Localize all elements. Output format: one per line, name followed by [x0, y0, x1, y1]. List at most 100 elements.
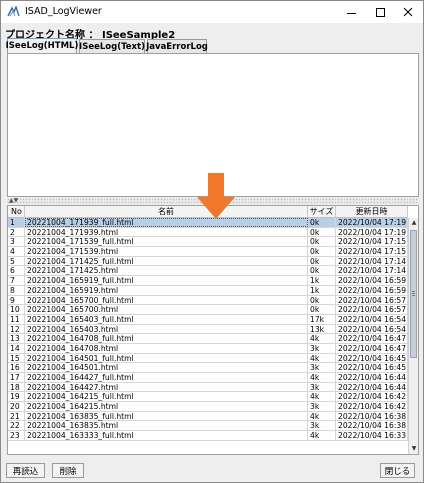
cell-no: 22: [8, 421, 25, 431]
cell-name: 20221004_165919.html: [25, 285, 308, 295]
table-row[interactable]: 8 20221004_165919.html 1k 2022/10/04 16:59:…: [8, 285, 408, 296]
tab-isee-log-text[interactable]: ISeeLog(Text): [79, 39, 145, 53]
close-button[interactable]: 閉じる: [380, 463, 415, 478]
cell-size: 0k: [308, 247, 336, 257]
cell-no: 20: [8, 402, 25, 412]
column-header-name[interactable]: 名前: [25, 206, 308, 218]
cell-name: 20221004_171425.html: [25, 266, 308, 276]
cell-name: 20221004_163835.html: [25, 421, 308, 431]
cell-size: 0k: [308, 237, 336, 247]
table-row[interactable]: 9 20221004_165700_full.html 0k 2022/10/04 1…: [8, 295, 408, 306]
cell-name: 20221004_164708_full.html: [25, 334, 308, 344]
cell-date: 2022/10/04 16:45:08: [338, 353, 408, 363]
table-row[interactable]: 12 20221004_165403.html 13k 2022/10/04 16:5…: [8, 324, 408, 335]
scroll-up-icon[interactable]: ▲: [409, 218, 418, 228]
table-row[interactable]: 18 20221004_164427.html 3k 2022/10/04 16:44…: [8, 382, 408, 393]
cell-name: 20221004_165403_full.html: [25, 314, 308, 324]
table-row[interactable]: 15 20221004_164501_full.html 4k 2022/10/04 …: [8, 353, 408, 364]
table-row[interactable]: 23 20221004_163333_full.html 4k 2022/10/04 …: [8, 431, 408, 441]
cell-date: 2022/10/04 16:47:15: [338, 334, 408, 344]
cell-date: 2022/10/04 16:54:40: [338, 314, 408, 324]
table-row[interactable]: 4 20221004_171539.html 0k 2022/10/04 17:15:…: [8, 247, 408, 257]
cell-date: 2022/10/04 16:59:23: [338, 285, 408, 295]
cell-size: 4k: [308, 392, 336, 402]
table-row[interactable]: 19 20221004_164215_full.html 4k 2022/10/04 …: [8, 392, 408, 403]
cell-date: 2022/10/04 17:14:25: [338, 266, 408, 276]
scroll-down-icon[interactable]: ▼: [409, 444, 418, 454]
scrollbar-grip-icon: [412, 291, 415, 297]
cell-no: 1: [8, 218, 25, 227]
cell-no: 13: [8, 334, 25, 344]
cell-name: 20221004_171539_full.html: [25, 237, 308, 247]
cell-name: 20221004_164427_full.html: [25, 373, 308, 382]
cell-no: 2: [8, 227, 25, 237]
table-row[interactable]: 17 20221004_164427_full.html 4k 2022/10/04 …: [8, 373, 408, 383]
minimize-button[interactable]: [336, 1, 366, 23]
cell-date: 2022/10/04 16:45:08: [338, 363, 408, 373]
table-row[interactable]: 10 20221004_165700.html 0k 2022/10/04 16:57…: [8, 305, 408, 315]
cell-name: 20221004_164427.html: [25, 382, 308, 392]
cell-name: 20221004_171939_full.html: [25, 218, 308, 227]
maximize-button[interactable]: [365, 1, 395, 23]
cell-no: 17: [8, 373, 25, 382]
cell-name: 20221004_164215_full.html: [25, 392, 308, 402]
cell-size: 3k: [308, 363, 336, 373]
table-row[interactable]: 2 20221004_171939.html 0k 2022/10/04 17:19:…: [8, 227, 408, 238]
cell-name: 20221004_165919_full.html: [25, 276, 308, 286]
close-window-button[interactable]: [393, 1, 423, 23]
column-header-size[interactable]: サイズ: [308, 206, 336, 218]
table-row[interactable]: 5 20221004_171425_full.html 0k 2022/10/04 1…: [8, 256, 408, 267]
cell-date: 2022/10/04 17:15:39: [338, 237, 408, 247]
table-row[interactable]: 16 20221004_164501.html 3k 2022/10/04 16:45…: [8, 363, 408, 373]
cell-date: 2022/10/04 16:33:40: [338, 431, 408, 441]
table-row[interactable]: 3 20221004_171539_full.html 0k 2022/10/04 1…: [8, 237, 408, 248]
cell-date: 2022/10/04 16:44:34: [338, 373, 408, 382]
cell-name: 20221004_171939.html: [25, 227, 308, 237]
cell-date: 2022/10/04 16:38:42: [338, 411, 408, 421]
scrollbar-thumb[interactable]: [410, 230, 417, 358]
column-header-date[interactable]: 更新日時: [336, 206, 408, 218]
table-row[interactable]: 6 20221004_171425.html 0k 2022/10/04 17:14:…: [8, 266, 408, 277]
maximize-icon: [375, 7, 385, 17]
vertical-scrollbar[interactable]: ▲ ▼: [408, 218, 418, 454]
title-bar[interactable]: ISAD_LogViewer: [1, 1, 423, 23]
cell-size: 4k: [308, 334, 336, 344]
table-row[interactable]: 7 20221004_165919_full.html 1k 2022/10/04 1…: [8, 276, 408, 286]
tab-isee-log-html[interactable]: ISeeLog(HTML): [6, 38, 78, 53]
cell-size: 4k: [308, 353, 336, 363]
splitter-arrows-icon[interactable]: ▲▼: [9, 198, 18, 204]
cell-size: 13k: [308, 324, 336, 334]
table-row[interactable]: 14 20221004_164708.html 3k 2022/10/04 16:47…: [8, 343, 408, 354]
cell-date: 2022/10/04 16:42:23: [338, 402, 408, 412]
cell-no: 7: [8, 276, 25, 286]
cell-size: 1k: [308, 276, 336, 286]
delete-button[interactable]: 削除: [52, 463, 84, 478]
cell-date: 2022/10/04 16:47:15: [338, 343, 408, 353]
log-viewer-window: ISAD_LogViewer プロジェクト名称 ： ISeeSample2 IS…: [0, 0, 424, 483]
cell-name: 20221004_171539.html: [25, 247, 308, 257]
cell-date: 2022/10/04 17:14:25: [338, 256, 408, 266]
app-logo-icon: [7, 6, 20, 17]
cell-name: 20221004_165700.html: [25, 305, 308, 315]
table-row[interactable]: 20 20221004_164215.html 3k 2022/10/04 16:42…: [8, 402, 408, 412]
window-title: ISAD_LogViewer: [25, 6, 102, 17]
cell-size: 0k: [308, 218, 336, 227]
column-header-no[interactable]: No: [8, 206, 25, 218]
reload-button[interactable]: 再読込: [6, 463, 45, 478]
cell-size: 4k: [308, 411, 336, 421]
cell-size: 0k: [308, 256, 336, 266]
cell-size: 0k: [308, 305, 336, 315]
table-row[interactable]: 22 20221004_163835.html 3k 2022/10/04 16:38…: [8, 421, 408, 432]
table-row[interactable]: 11 20221004_165403_full.html 17k 2022/10/04…: [8, 314, 408, 325]
tab-java-error-log[interactable]: JavaErrorLog: [146, 39, 208, 53]
cell-no: 14: [8, 343, 25, 353]
cell-no: 5: [8, 256, 25, 266]
cell-date: 2022/10/04 16:42:23: [338, 392, 408, 402]
table-row[interactable]: 13 20221004_164708_full.html 4k 2022/10/04 …: [8, 334, 408, 344]
cell-date: 2022/10/04 16:54:40: [338, 324, 408, 334]
cell-date: 2022/10/04 16:57:08: [338, 295, 408, 305]
table-row[interactable]: 21 20221004_163835_full.html 4k 2022/10/04 …: [8, 411, 408, 422]
cell-no: 23: [8, 431, 25, 441]
minimize-icon: [346, 12, 356, 14]
cell-date: 2022/10/04 16:59:23: [338, 276, 408, 286]
